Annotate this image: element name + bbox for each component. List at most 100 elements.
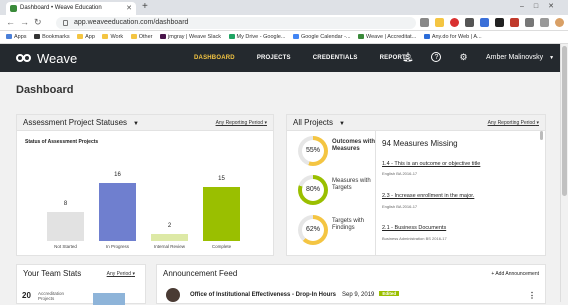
stat-bar <box>93 293 125 305</box>
missing-measures-title: 94 Measures Missing <box>382 139 458 148</box>
bar-value-label: 16 <box>114 172 121 178</box>
stat-label: Targets with Findings <box>332 218 365 231</box>
progress-ring-value: 55% <box>302 140 324 162</box>
gear-icon[interactable]: ⚙ <box>459 52 467 63</box>
bookmark-item[interactable]: Work <box>102 31 123 43</box>
bookmark-item[interactable]: Google Calendar -... <box>292 31 351 43</box>
progress-ring-value: 80% <box>302 179 324 201</box>
bar-category-label: In Progress <box>105 244 129 249</box>
extension-icons: ⋮ <box>420 18 568 27</box>
weave-favicon-icon <box>10 5 17 12</box>
new-tab-button[interactable]: + <box>142 1 148 12</box>
tab-title: Dashboard • Weave Education <box>20 5 102 11</box>
nav-dashboard[interactable]: DASHBOARD <box>194 55 235 61</box>
bookmark-item[interactable]: Other <box>130 31 152 43</box>
add-announcement-button[interactable]: + Add Announcement <box>491 265 539 283</box>
bar-category-label: Internal Review <box>153 244 185 249</box>
bookmark-item[interactable]: Apps <box>6 31 27 43</box>
team-stats-title: Your Team Stats <box>23 269 82 278</box>
window-controls[interactable]: –□✕ <box>520 2 564 10</box>
team-stats-panel: Your Team Stats Any Period ▾ <box>16 264 146 305</box>
page-title: Dashboard <box>16 84 74 96</box>
stat-label: Outcomes with Measures <box>332 139 376 152</box>
all-projects-title: All Projects <box>293 118 334 127</box>
missing-measure-link[interactable]: 2.1 - Business Documents <box>382 225 446 231</box>
pinterest-icon[interactable] <box>450 18 459 27</box>
page-scrollbar[interactable] <box>560 44 568 302</box>
bookmark-item[interactable]: App <box>77 31 95 43</box>
help-icon[interactable]: ? <box>431 52 442 62</box>
stat-label: Measures with Targets <box>332 178 371 191</box>
nav-credentials[interactable]: CREDENTIALS <box>313 55 358 61</box>
list-scrollbar[interactable] <box>540 131 543 140</box>
stat-label: Accreditation Projects <box>38 291 65 301</box>
extension-icon[interactable] <box>525 18 534 27</box>
edited-badge: Edited <box>379 291 400 296</box>
extension-icon[interactable] <box>480 18 489 27</box>
weave-logo[interactable]: Weave <box>16 50 77 66</box>
feed-header: Announcement Feed + Add Announcement <box>157 265 545 283</box>
browser-tab[interactable]: Dashboard • Weave Education ✕ <box>6 2 136 15</box>
extension-icon[interactable] <box>540 18 549 27</box>
bar-value-label: 8 <box>63 201 68 207</box>
status-bar-chart: 8 Not Started 16 In Progress 2 Internal Revie… <box>17 115 275 257</box>
chart-bar[interactable] <box>151 233 188 241</box>
reporting-period-dropdown[interactable]: Any Reporting Period ▾ <box>488 115 539 131</box>
announcement-item[interactable]: Office of Institutional Effectiveness - … <box>190 291 400 298</box>
address-bar-row: ← → ↻ app.weaveeducation.com/dashboard ⋮ <box>0 15 568 31</box>
chart-bar[interactable] <box>47 212 84 241</box>
team-stats-header: Your Team Stats Any Period ▾ <box>17 265 145 283</box>
forward-icon[interactable]: → <box>20 17 29 27</box>
bell-icon[interactable]: 🔔︎ <box>402 52 413 63</box>
progress-ring-value: 62% <box>302 219 324 241</box>
key-icon[interactable] <box>420 18 429 27</box>
extension-icon[interactable] <box>510 18 519 27</box>
reload-icon[interactable]: ↻ <box>34 17 42 28</box>
bookmark-item[interactable]: Any.do for Web | A... <box>423 31 482 43</box>
url-input[interactable]: app.weaveeducation.com/dashboard <box>56 17 416 29</box>
bar-category-label: Complete <box>211 244 232 249</box>
close-tab-icon[interactable]: ✕ <box>126 2 132 15</box>
missing-measure-link[interactable]: 1.4 - This is an outcome or objective ti… <box>382 161 480 167</box>
weave-logo-icon <box>16 52 34 64</box>
user-menu[interactable]: Amber Malinovsky ▼ <box>486 44 554 72</box>
extension-icon[interactable] <box>495 18 504 27</box>
lock-icon <box>63 20 68 26</box>
chart-bar[interactable] <box>203 186 240 241</box>
avatar <box>166 288 180 302</box>
nav-projects[interactable]: PROJECTS <box>257 55 291 61</box>
bookmark-item[interactable]: My Drive - Google... <box>228 31 285 43</box>
profile-avatar[interactable] <box>555 18 564 27</box>
url-text: app.weaveeducation.com/dashboard <box>74 19 189 26</box>
period-dropdown[interactable]: Any Period ▾ <box>107 265 135 283</box>
statuses-panel: Assessment Project Statuses ▼ Any Reporti… <box>16 114 274 256</box>
logo-text: Weave <box>37 50 78 66</box>
all-projects-panel-header: All Projects ▼ Any Reporting Period ▾ <box>287 115 545 131</box>
back-icon[interactable]: ← <box>6 17 15 27</box>
user-name: Amber Malinovsky <box>486 54 544 61</box>
missing-measure-sub: English BA 2016-17 <box>382 204 418 209</box>
chevron-down-icon[interactable]: ▼ <box>339 121 345 127</box>
chevron-down-icon: ▼ <box>549 55 555 61</box>
chart-bar[interactable] <box>99 183 136 241</box>
bookmark-item[interactable]: Weave | Accreditat... <box>358 31 416 43</box>
extension-icon[interactable] <box>465 18 474 27</box>
missing-measure-link[interactable]: 2.3 - Increase enrollment in the major. <box>382 193 474 199</box>
more-options-icon[interactable]: ⋮ <box>528 291 536 300</box>
targets-with-findings-stat[interactable]: 62% Targets with Findings <box>298 215 378 255</box>
bookmarks-bar: Apps Bookmarks App Work Other jmgray | W… <box>0 31 568 44</box>
missing-measure-sub: English BA 2016-17 <box>382 171 418 176</box>
star-icon[interactable] <box>435 18 444 27</box>
progress-ring: 80% <box>298 175 328 205</box>
outcomes-with-measures-stat[interactable]: 55% Outcomes with Measures <box>298 136 378 176</box>
feed-title: Announcement Feed <box>163 269 238 278</box>
measures-with-targets-stat[interactable]: 80% Measures with Targets <box>298 175 378 215</box>
bookmark-item[interactable]: jmgray | Weave Slack <box>160 31 221 43</box>
browser-tabstrip: Dashboard • Weave Education ✕ + –□✕ <box>0 0 568 15</box>
bar-value-label: 15 <box>218 175 225 182</box>
bar-category-label: Not Started <box>54 244 77 249</box>
progress-ring: 55% <box>298 136 328 166</box>
scrollbar-thumb[interactable] <box>562 46 567 196</box>
bookmark-item[interactable]: Bookmarks <box>34 31 70 43</box>
app-navbar: Weave DASHBOARD PROJECTS CREDENTIALS REP… <box>0 44 560 72</box>
